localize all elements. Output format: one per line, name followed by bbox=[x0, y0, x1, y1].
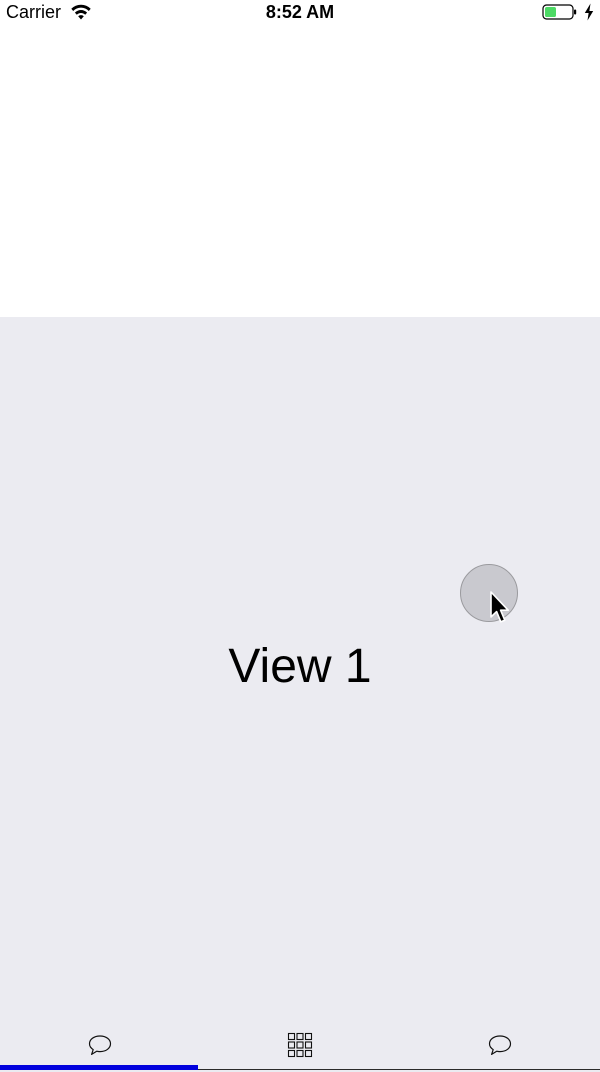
view-title: View 1 bbox=[228, 640, 372, 693]
top-blank-area bbox=[0, 26, 600, 317]
cursor-arrow-icon bbox=[490, 591, 509, 623]
tab-grid[interactable] bbox=[200, 1023, 400, 1067]
battery-icon bbox=[542, 4, 577, 20]
tab-chat-1[interactable] bbox=[0, 1023, 200, 1067]
clock-time: 8:52 AM bbox=[265, 2, 335, 22]
tab-chat-2[interactable] bbox=[400, 1023, 600, 1067]
chat-bubble-icon bbox=[88, 1035, 112, 1055]
status-bar: Carrier 8:52 AM bbox=[0, 0, 600, 26]
charging-bolt-icon bbox=[584, 3, 594, 21]
app-screen: Carrier 8:52 AM View 1 bbox=[0, 0, 600, 1072]
grid-icon bbox=[287, 1032, 313, 1058]
selected-tab-indicator bbox=[0, 1065, 198, 1070]
content-view: View 1 bbox=[0, 317, 600, 1023]
tab-bar-divider bbox=[198, 1069, 600, 1070]
chat-bubble-icon bbox=[488, 1035, 512, 1055]
tab-bar bbox=[0, 1023, 600, 1072]
